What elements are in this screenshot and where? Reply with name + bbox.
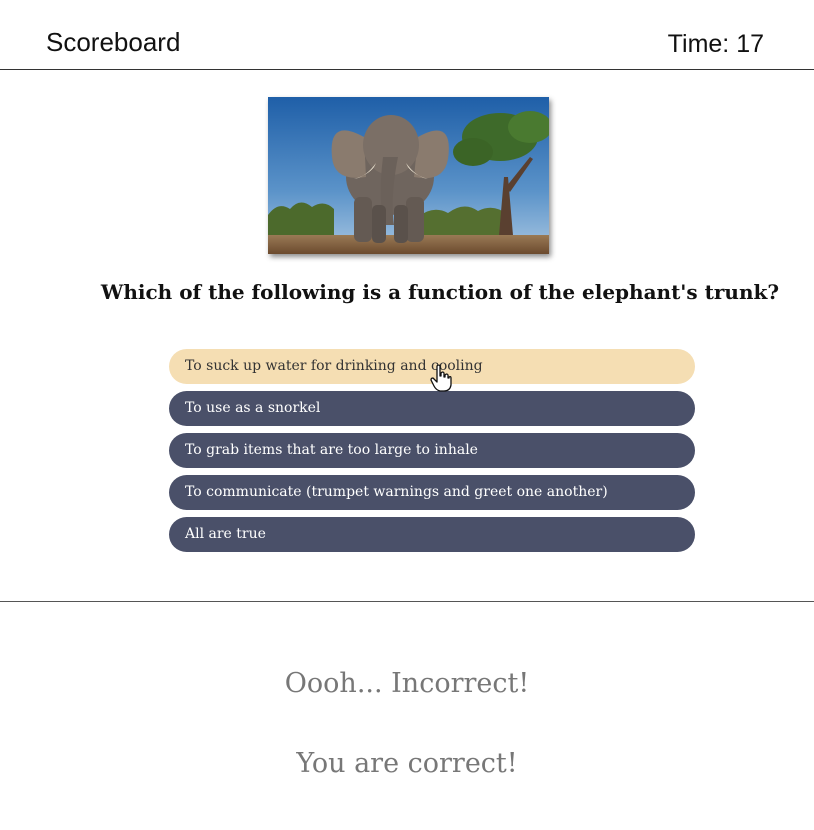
hand-pointer-icon	[430, 364, 452, 392]
scoreboard-link[interactable]: Scoreboard	[46, 24, 180, 60]
answer-option-5[interactable]: All are true	[169, 517, 695, 552]
question-text: Which of the following is a function of …	[100, 280, 780, 304]
divider	[0, 601, 814, 602]
incorrect-feedback: Oooh... Incorrect!	[284, 668, 530, 699]
correct-feedback: You are correct!	[296, 748, 518, 779]
answer-option-3[interactable]: To grab items that are too large to inha…	[169, 433, 695, 468]
timer: Time: 17	[667, 30, 764, 58]
header-bar: Scoreboard Time: 17	[0, 0, 814, 70]
answer-option-2[interactable]: To use as a snorkel	[169, 391, 695, 426]
answer-option-4[interactable]: To communicate (trumpet warnings and gre…	[169, 475, 695, 510]
quiz-page: Scoreboard Time: 17 Which of the followi…	[0, 0, 814, 830]
elephant-image	[268, 97, 549, 254]
